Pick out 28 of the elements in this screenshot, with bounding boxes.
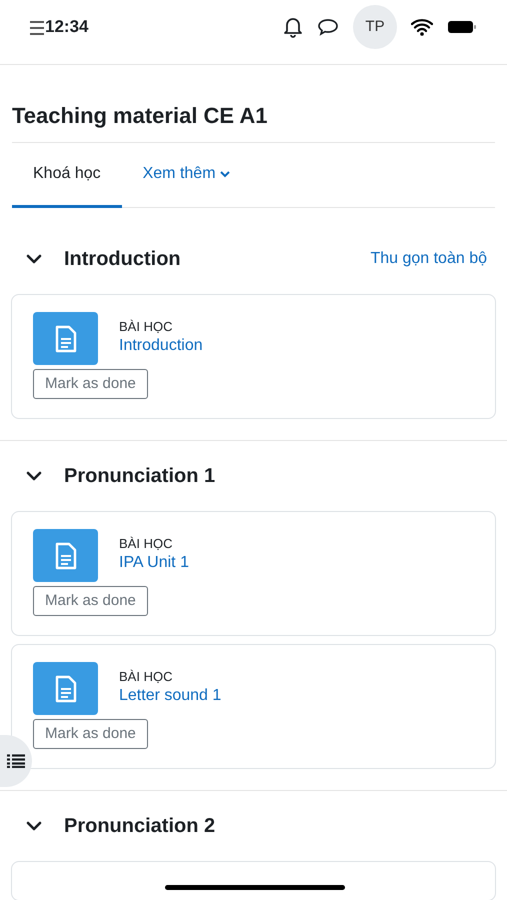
activity-link[interactable]: IPA Unit 1 [119, 552, 189, 574]
activity-link[interactable]: Introduction [119, 335, 203, 357]
section-title: Pronunciation 2 [64, 814, 216, 839]
page-icon [33, 662, 98, 715]
wifi-icon [411, 18, 433, 36]
collapse-all-link[interactable]: Thu gọn toàn bộ [370, 247, 487, 271]
course-tab[interactable]: Xem thêm [122, 143, 251, 208]
chat-icon[interactable] [317, 17, 339, 37]
page-icon [33, 312, 98, 365]
battery-icon [447, 19, 477, 35]
course-index-button[interactable] [0, 735, 32, 787]
page-icon [33, 529, 98, 582]
course-tab[interactable]: Khoá học [12, 143, 122, 208]
activity-type: BÀI HỌC [119, 669, 174, 685]
bell-icon[interactable] [283, 16, 303, 38]
course-title: Teaching material CE A1 [11, 102, 269, 130]
mark-done-button[interactable]: Mark as done [33, 369, 148, 399]
activity-type: BÀI HỌC [119, 319, 174, 335]
status-time: 12:34 [45, 16, 88, 38]
activity-link[interactable]: Letter sound 1 [119, 685, 222, 707]
mark-done-button[interactable]: Mark as done [33, 719, 148, 749]
user-avatar[interactable]: TP [353, 5, 397, 49]
activity-type: BÀI HỌC [119, 536, 174, 552]
section-title: Pronunciation 1 [64, 464, 216, 489]
menu-icon[interactable] [30, 19, 44, 37]
section-title: Introduction [64, 247, 181, 272]
list-icon [7, 754, 25, 768]
mark-done-button[interactable]: Mark as done [33, 586, 148, 616]
